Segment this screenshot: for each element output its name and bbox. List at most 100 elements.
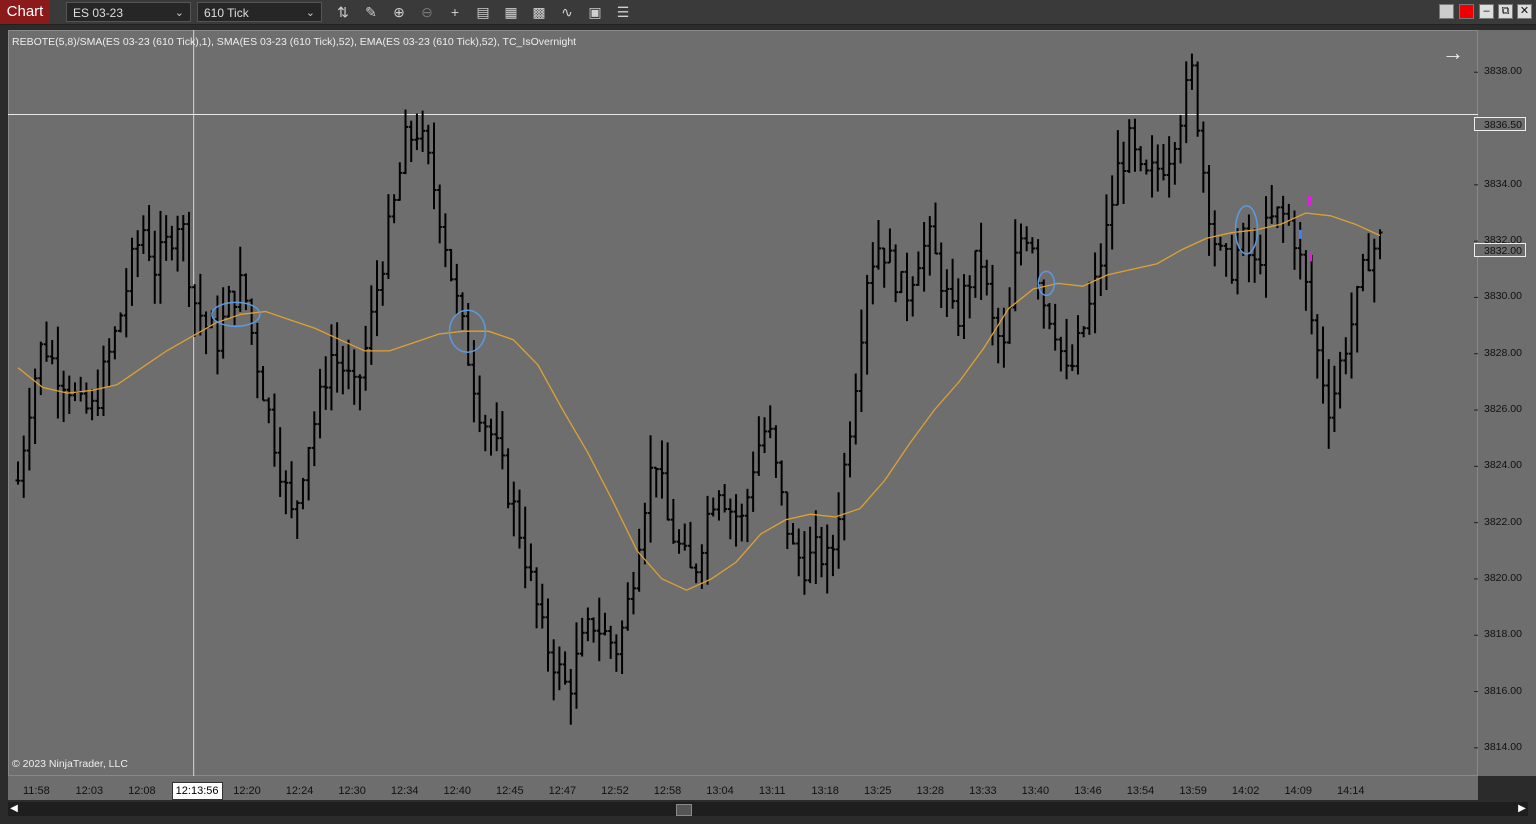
interval-value: 610 Tick — [204, 6, 249, 20]
ohlc-bar — [1160, 143, 1166, 181]
ohlc-bar — [1007, 287, 1013, 344]
ohlc-bar — [163, 215, 169, 261]
ohlc-bar — [836, 492, 842, 569]
time-tick-label: 13:28 — [916, 785, 945, 797]
indicators-icon[interactable]: ∿ — [556, 1, 578, 23]
ohlc-bar — [1303, 250, 1309, 311]
time-axis[interactable]: 11:58 12:03 12:08 12:13:56 12:20 12:24 12:30 12… — [8, 776, 1478, 800]
pencil-draw-icon[interactable]: ✎ — [360, 1, 382, 23]
ohlc-bar — [539, 583, 545, 629]
zoom-in-icon[interactable]: ⊕ — [388, 1, 410, 23]
ohlc-bar — [1138, 146, 1144, 172]
instrument-dropdown[interactable]: ES 03-23 ⌄ — [66, 2, 191, 22]
ohlc-bar — [1058, 336, 1064, 372]
indicator-label: REBOTE(5,8)/SMA(ES 03-23 (610 Tick),1), … — [12, 36, 577, 48]
ohlc-bar — [978, 222, 984, 301]
ohlc-bar — [471, 340, 477, 423]
time-tick-label: 12:45 — [496, 785, 524, 797]
ohlc-bar — [391, 194, 397, 224]
time-tick-label: 12:52 — [601, 785, 629, 797]
ohlc-bar — [585, 607, 591, 642]
time-tick-label: 12:08 — [128, 785, 156, 797]
zoom-out-icon[interactable]: ⊖ — [416, 1, 438, 23]
ohlc-bar — [232, 290, 238, 326]
ohlc-bar — [15, 461, 21, 485]
ohlc-bar — [824, 524, 830, 594]
ohlc-bar — [43, 321, 49, 362]
ohlc-bar — [630, 571, 636, 615]
strategies-icon[interactable]: ▩ — [528, 1, 550, 23]
ohlc-bar — [727, 498, 733, 540]
ohlc-bar — [1012, 219, 1018, 312]
ohlc-bar — [625, 582, 631, 631]
ohlc-bar — [1189, 53, 1195, 90]
data-box-icon[interactable]: ▣ — [584, 1, 606, 23]
scroll-left-icon[interactable]: ◀ — [8, 802, 20, 816]
ohlc-bar — [420, 110, 426, 152]
ohlc-bar — [271, 393, 277, 467]
properties-icon[interactable]: ▤ — [472, 1, 494, 23]
price-tick-label: 3814.00 — [1484, 740, 1522, 753]
ohlc-bar — [129, 237, 135, 306]
price-tick-label: 3834.00 — [1484, 177, 1522, 190]
ohlc-bar — [1081, 325, 1087, 338]
ohlc-bar — [636, 528, 642, 592]
ohlc-bar — [870, 242, 876, 305]
ohlc-bar — [1166, 136, 1172, 198]
horizontal-scrollbar[interactable]: ◀ ▶ — [8, 802, 1528, 816]
magenta-marker — [1309, 252, 1313, 262]
ohlc-bar — [562, 651, 568, 685]
bars-type-icon[interactable]: ⇅ — [332, 1, 354, 23]
price-axis[interactable]: 3838.003836.003834.003832.003830.003828.… — [1478, 30, 1536, 776]
ohlc-bar — [1024, 226, 1030, 252]
ohlc-bar — [368, 285, 374, 365]
time-tick-label: 13:40 — [1021, 785, 1050, 797]
price-chart[interactable] — [8, 30, 1478, 776]
ohlc-bar — [682, 523, 688, 551]
ohlc-bar — [573, 622, 579, 709]
time-tick-label: 12:47 — [548, 785, 577, 797]
ohlc-bar — [254, 322, 260, 399]
ohlc-bar — [545, 598, 551, 672]
ohlc-bar — [591, 617, 597, 643]
ohlc-bar — [1195, 61, 1201, 137]
crosshair-icon[interactable]: + — [444, 1, 466, 23]
link-color-button[interactable] — [1439, 4, 1454, 19]
time-tick-label: 14:14 — [1337, 785, 1365, 797]
ohlc-bar — [294, 500, 300, 539]
ohlc-bar — [653, 466, 659, 498]
ohlc-bar — [146, 205, 152, 262]
ohlc-bar — [180, 215, 186, 262]
ohlc-bar — [106, 338, 112, 388]
ohlc-bar — [967, 275, 973, 319]
ohlc-bar — [1206, 165, 1212, 256]
ohlc-bar — [779, 460, 785, 506]
ohlc-bar — [1354, 285, 1360, 353]
crosshair-price-label: 3836.50 — [1474, 117, 1526, 131]
time-tick-label: 12:34 — [390, 785, 419, 797]
ohlc-bar — [1109, 175, 1115, 250]
restore-button[interactable]: ⧉ — [1498, 4, 1513, 19]
ohlc-bar — [796, 528, 802, 577]
scroll-to-end-arrow-icon[interactable]: → — [1442, 40, 1464, 66]
minimize-button[interactable]: – — [1479, 4, 1494, 19]
ohlc-bar — [477, 375, 483, 433]
list-icon[interactable]: ☰ — [612, 1, 634, 23]
ohlc-bar — [938, 242, 944, 308]
time-tick-label: 13:33 — [969, 785, 997, 797]
ohlc-bar — [1360, 253, 1366, 292]
interval-dropdown[interactable]: 610 Tick ⌄ — [197, 2, 322, 22]
ohlc-bar — [739, 503, 745, 542]
ohlc-bar — [950, 258, 956, 309]
ohlc-bar — [1086, 281, 1092, 335]
ohlc-bar — [687, 521, 693, 569]
scroll-right-icon[interactable]: ▶ — [1516, 802, 1528, 816]
tab-color-button[interactable] — [1459, 4, 1474, 19]
scroll-thumb[interactable] — [676, 804, 692, 816]
ohlc-bar — [152, 230, 158, 304]
templates-icon[interactable]: ▦ — [500, 1, 522, 23]
ohlc-bar — [613, 634, 619, 672]
chart-tab[interactable]: Chart — [0, 0, 50, 24]
ohlc-bar — [790, 523, 796, 545]
close-button[interactable]: ✕ — [1517, 4, 1532, 19]
